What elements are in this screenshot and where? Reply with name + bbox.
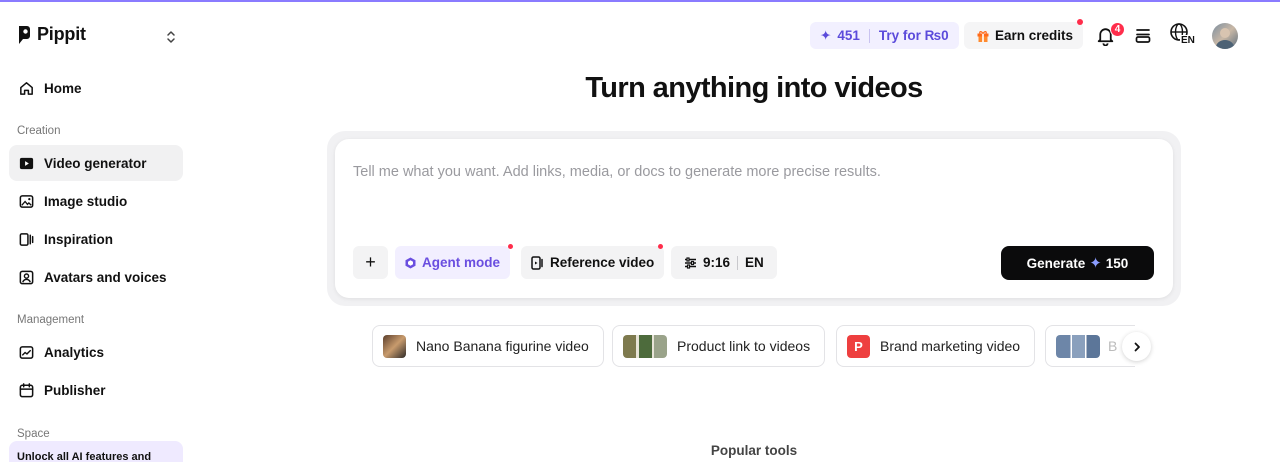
notification-badge: 4 (1110, 22, 1125, 37)
stack-icon (1135, 29, 1151, 43)
sidebar-item-publisher[interactable]: Publisher (9, 372, 183, 408)
sidebar-item-label: Avatars and voices (44, 269, 167, 285)
plus-icon: + (365, 252, 376, 272)
user-avatar[interactable] (1212, 23, 1238, 49)
prompt-input[interactable] (353, 164, 1153, 180)
agent-mode-button[interactable]: Agent mode (395, 246, 511, 279)
generate-label: Generate (1026, 255, 1086, 271)
suggestion-label: Nano Banana figurine video (416, 338, 589, 354)
sidebar-item-analytics[interactable]: Analytics (9, 334, 183, 370)
brand-name: Pippit (37, 24, 86, 44)
language-button[interactable]: EN (1169, 23, 1199, 47)
try-for-free-label: Try for ₨0 (878, 28, 949, 43)
avatar-icon (19, 270, 34, 284)
gift-icon (977, 30, 989, 42)
suggestion-label: B (1108, 338, 1118, 354)
reference-video-dot (658, 244, 663, 249)
calendar-icon (19, 382, 34, 397)
sidebar-item-label: Analytics (44, 344, 105, 360)
reference-video-button[interactable]: Reference video (521, 246, 665, 279)
earn-credits-dot (1077, 19, 1083, 25)
divider (737, 255, 739, 270)
suggestions-next-button[interactable] (1122, 332, 1151, 361)
brand-tile-icon: P (847, 334, 870, 358)
agent-mode-label: Agent mode (422, 255, 501, 270)
reference-video-label: Reference video (550, 255, 655, 270)
sparkle-icon: ✦ (820, 27, 832, 43)
generate-cost: 150 (1105, 255, 1129, 271)
reference-video-icon (531, 255, 543, 270)
sliders-icon (685, 256, 696, 269)
suggestion-chip-nano-banana[interactable]: Nano Banana figurine video (372, 325, 604, 367)
language-code: EN (1180, 35, 1196, 46)
prompt-card: + Agent mode Reference video 9:16 EN Gen… (335, 139, 1173, 298)
pippit-logo-icon (19, 25, 30, 44)
credits-count: 451 (837, 28, 860, 43)
credits-pill[interactable]: ✦ 451 Try for ₨0 (810, 22, 959, 49)
earn-credits-label: Earn credits (995, 28, 1074, 43)
aspect-ratio-value: 9:16 (703, 255, 731, 270)
add-media-button[interactable]: + (353, 246, 388, 279)
page-title: Turn anything into videos (585, 72, 923, 104)
tray-button[interactable] (1131, 23, 1155, 47)
sidebar-item-image-studio[interactable]: Image studio (9, 183, 183, 219)
sidebar-item-label: Inspiration (44, 231, 114, 247)
section-label-creation: Creation (17, 125, 61, 137)
earn-credits-button[interactable]: Earn credits (964, 22, 1084, 49)
brand-tile-letter: P (854, 338, 863, 354)
chevron-right-icon (1134, 342, 1140, 351)
popular-tools-heading: Popular tools (710, 443, 798, 458)
suggestion-label: Brand marketing video (880, 338, 1021, 354)
suggestion-chip-product-link[interactable]: Product link to videos (612, 325, 826, 367)
image-icon (19, 194, 34, 208)
video-play-icon (19, 157, 34, 169)
section-label-management: Management (17, 314, 85, 326)
suggestion-thumbnail (1056, 334, 1100, 358)
agent-cube-icon (405, 257, 416, 268)
sidebar-item-label: Video generator (44, 155, 147, 171)
avatar-photo-icon (1215, 28, 1235, 49)
sidebar-item-avatars-and-voices[interactable]: Avatars and voices (9, 259, 183, 295)
sidebar-item-video-generator[interactable]: Video generator (9, 145, 183, 181)
suggestion-chip-brand-marketing[interactable]: P Brand marketing video (836, 325, 1036, 367)
suggestion-label: Product link to videos (677, 338, 811, 354)
sidebar-item-label: Publisher (44, 382, 106, 398)
sidebar-item-inspiration[interactable]: Inspiration (9, 221, 183, 257)
video-language-value: EN (745, 255, 764, 270)
section-label-space: Space (17, 428, 50, 440)
analytics-icon (19, 345, 34, 359)
sidebar: Pippit Home Creation Video generator Ima… (0, 2, 193, 462)
sidebar-item-label: Image studio (44, 193, 128, 209)
inspiration-icon (19, 232, 34, 246)
suggestion-thumbnail (623, 334, 667, 358)
workspace-switch-icon[interactable] (164, 28, 178, 46)
sparkle-icon: ✦ (1089, 255, 1102, 272)
suggestion-thumbnail (383, 334, 406, 358)
divider (868, 28, 870, 43)
agent-mode-dot (508, 244, 513, 249)
video-settings-button[interactable]: 9:16 EN (671, 246, 777, 279)
generate-button[interactable]: Generate ✦ 150 (1001, 246, 1154, 280)
brand[interactable]: Pippit (17, 24, 86, 45)
